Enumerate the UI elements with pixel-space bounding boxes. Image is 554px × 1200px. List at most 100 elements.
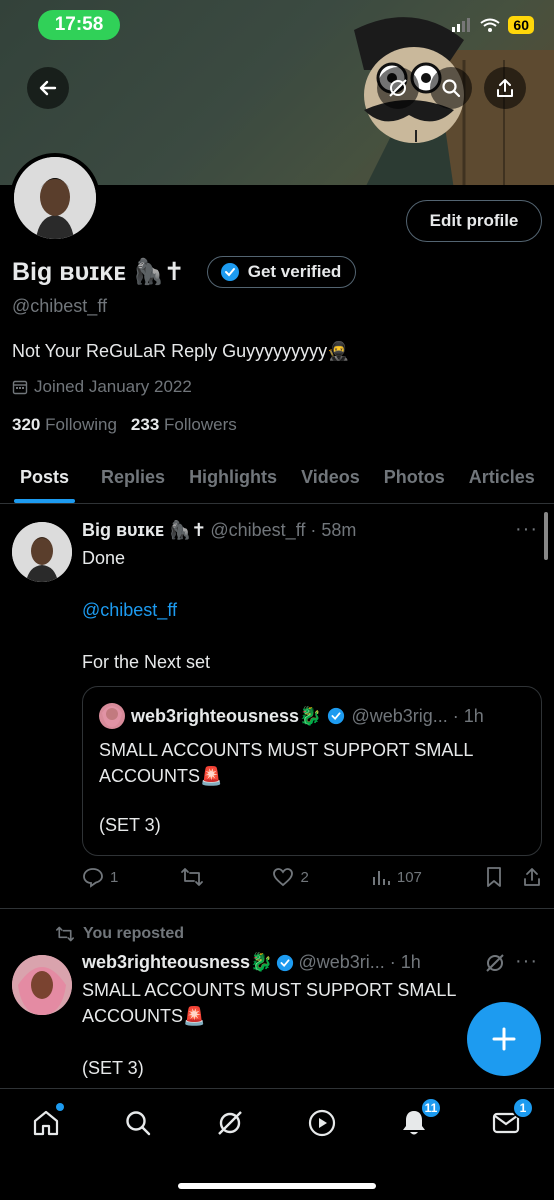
profile-tabs: Posts Replies Highlights Videos Photos A… <box>0 452 554 504</box>
views-count: 107 <box>396 868 422 886</box>
quote-author-meta: @web3rig... · 1h <box>351 705 484 726</box>
play-icon <box>308 1109 336 1137</box>
like-button[interactable]: 2 <box>272 866 309 888</box>
repost-icon <box>55 926 74 942</box>
home-indicator[interactable] <box>178 1183 376 1189</box>
post-avatar[interactable] <box>12 522 72 582</box>
repost-indicator: You reposted <box>55 925 184 943</box>
signal-icon <box>452 18 471 32</box>
post-text-line: Done <box>82 548 126 568</box>
status-time: 17:58 <box>38 10 120 40</box>
joined-date: Joined January 2022 <box>12 377 192 397</box>
search-button[interactable] <box>430 67 472 109</box>
status-icons: 60 <box>452 16 534 34</box>
post-extra-actions <box>484 866 542 888</box>
views-icon <box>372 871 390 885</box>
post-text-set: (SET 3) <box>82 1058 144 1078</box>
battery-level: 60 <box>508 16 534 34</box>
grok-button[interactable] <box>377 67 419 109</box>
wifi-icon <box>480 18 501 32</box>
search-icon <box>126 1111 151 1136</box>
quote-header: web3righteousness🐉 @web3rig... · 1h <box>99 703 484 729</box>
post-avatar[interactable] <box>12 955 72 1015</box>
post-author-meta: @web3ri... · 1h <box>298 952 421 972</box>
post-text-line: For the Next set <box>82 652 211 672</box>
home-icon <box>33 1110 59 1136</box>
post-mention-link[interactable]: @chibest_ff <box>82 597 177 623</box>
verified-badge-icon <box>328 707 345 725</box>
bookmark-icon[interactable] <box>484 866 504 888</box>
following-count: 320 <box>12 415 41 434</box>
grok-icon <box>218 1111 242 1135</box>
nav-grok[interactable] <box>210 1103 250 1143</box>
repost-icon <box>181 868 204 886</box>
profile-name: Big ʙᴜɪᴋᴇ 🦍✝ <box>12 258 185 286</box>
quote-avatar <box>99 703 125 729</box>
profile-bio: Not Your ReGuLaR Reply Guyyyyyyyyy🥷 <box>12 341 350 361</box>
profile-avatar[interactable] <box>10 153 100 243</box>
like-count: 2 <box>300 868 309 886</box>
post-header: Big ʙᴜɪᴋᴇ 🦍✝ @chibest_ff · 58m <box>82 520 356 541</box>
nav-messages[interactable]: 1 <box>486 1097 534 1143</box>
quote-text: SMALL ACCOUNTS MUST SUPPORT SMALL ACCOUN… <box>99 740 473 786</box>
following-link[interactable]: 320 Following <box>12 415 117 435</box>
notifications-badge: 11 <box>420 1097 442 1119</box>
share-icon <box>497 79 513 97</box>
tab-photos[interactable]: Photos <box>372 452 457 503</box>
followers-label: Followers <box>164 415 237 434</box>
plus-icon <box>492 1027 516 1051</box>
post-author-name[interactable]: Big ʙᴜɪᴋᴇ 🦍✝ <box>82 520 206 541</box>
scroll-indicator[interactable] <box>544 512 548 560</box>
following-label: Following <box>45 415 117 434</box>
follow-stats: 320 Following 233 Followers <box>12 415 237 435</box>
joined-label: Joined January 2022 <box>34 377 192 396</box>
post-actions: 1 2 107 <box>82 866 542 888</box>
post-header: web3righteousness🐉 @web3ri... · 1h <box>82 952 421 973</box>
tab-posts[interactable]: Posts <box>0 452 89 503</box>
post-author-meta: @chibest_ff · 58m <box>210 520 357 540</box>
reply-button[interactable]: 1 <box>82 866 118 888</box>
quoted-post[interactable]: web3righteousness🐉 @web3rig... · 1h SMAL… <box>82 686 542 856</box>
followers-count: 233 <box>130 415 160 434</box>
verified-badge-icon <box>277 954 294 971</box>
nav-notifications[interactable]: 11 <box>394 1097 442 1143</box>
nav-home[interactable] <box>26 1103 66 1143</box>
reply-count: 1 <box>110 868 119 886</box>
post-more-button[interactable]: ··· <box>515 950 538 973</box>
verified-badge-icon <box>220 263 239 281</box>
calendar-icon <box>12 380 28 395</box>
profile-name-row: Big ʙᴜɪᴋᴇ 🦍✝ Get verified <box>12 256 357 288</box>
profile-banner[interactable]: 17:58 60 <box>0 0 554 185</box>
grok-icon <box>389 79 407 97</box>
tab-highlights[interactable]: Highlights <box>177 452 289 503</box>
search-icon <box>442 79 461 98</box>
messages-badge: 1 <box>512 1097 534 1119</box>
share-button[interactable] <box>484 67 526 109</box>
views-button[interactable]: 107 <box>371 866 422 888</box>
post-more-button[interactable]: ··· <box>515 518 538 541</box>
grok-icon[interactable] <box>484 952 506 974</box>
get-verified-button[interactable]: Get verified <box>206 256 357 288</box>
avatar-image <box>12 522 72 582</box>
reply-icon <box>83 868 103 888</box>
followers-link[interactable]: 233 Followers <box>131 415 237 435</box>
tab-videos[interactable]: Videos <box>289 452 372 503</box>
nav-search[interactable] <box>118 1103 158 1143</box>
profile-handle: @chibest_ff <box>12 296 107 316</box>
quote-author-name: web3righteousness🐉 <box>131 705 322 726</box>
avatar-image <box>14 157 96 239</box>
back-button[interactable] <box>27 67 69 109</box>
tab-articles[interactable]: Articles <box>457 452 547 503</box>
post-author-name[interactable]: web3righteousness🐉 <box>82 952 272 973</box>
tab-replies[interactable]: Replies <box>89 452 177 503</box>
repost-label: You reposted <box>83 925 185 942</box>
repost-button[interactable] <box>180 866 210 888</box>
arrow-left-icon <box>39 80 57 96</box>
compose-post-button[interactable] <box>467 1002 541 1076</box>
post-text: SMALL ACCOUNTS MUST SUPPORT SMALL ACCOUN… <box>82 980 456 1026</box>
nav-video[interactable] <box>302 1103 342 1143</box>
heart-icon <box>273 868 294 887</box>
edit-profile-button[interactable]: Edit profile <box>406 200 542 242</box>
avatar-image <box>12 955 72 1015</box>
share-icon[interactable] <box>522 866 542 888</box>
